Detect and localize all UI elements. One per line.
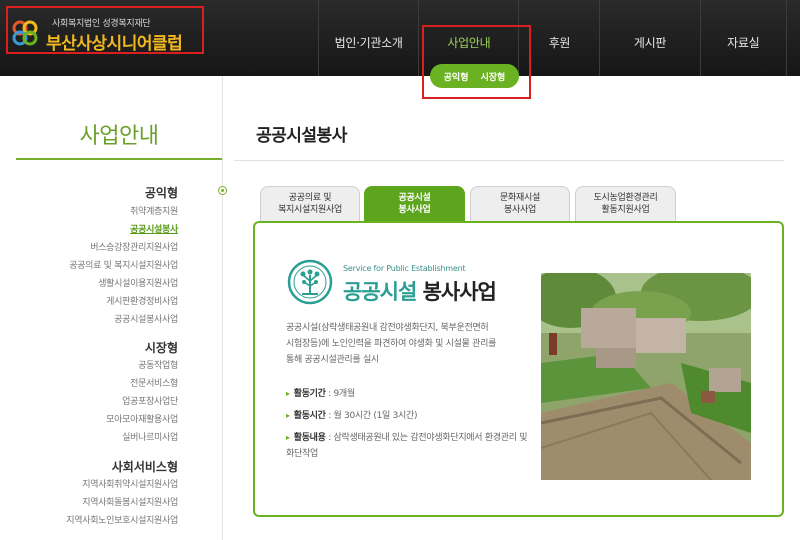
activity-photo — [541, 273, 751, 480]
program-title-part2: 봉사사업 — [416, 280, 497, 304]
logo-highlight-box — [6, 6, 204, 54]
info-label: 활동기간 — [293, 389, 326, 399]
sidebar-item-current[interactable]: 공공시설봉사 — [130, 222, 178, 235]
info-value: : 월 30시간 (1일 3시간) — [325, 411, 418, 421]
sidebar-item[interactable]: 생활시설이용지원사업 — [98, 276, 178, 289]
sidebar-title: 사업안내 — [79, 124, 159, 149]
sidebar-group-social[interactable]: 사회서비스형 — [112, 458, 178, 475]
sidebar-item[interactable]: 공동작업형 — [138, 358, 178, 371]
tab-label-line2: 봉사사업 — [398, 205, 431, 215]
sidebar-item[interactable]: 버스승강장관리지원사업 — [90, 240, 178, 253]
nav-item-board[interactable]: 게시판 — [599, 0, 699, 76]
main-nav: 법인·기관소개 사업안내 후원 게시판 자료실 — [318, 0, 800, 76]
info-hours: ▸ 활동시간 : 월 30시간 (1일 3시간) — [286, 408, 530, 424]
sidebar-item[interactable]: 취약계층지원 — [130, 204, 178, 217]
sidebar-title-underline — [16, 158, 222, 160]
arrow-bullet-icon: ▸ — [286, 389, 290, 398]
info-activities: ▸ 활동내용 : 삼락생태공원내 있는 감전야생화단지에서 환경관리 및 화단작업 — [286, 430, 530, 462]
description-line: 통해 공공시설관리를 실시 — [286, 355, 379, 365]
sidebar-item[interactable]: 실버나르미사업 — [122, 430, 178, 443]
sidebar-item[interactable]: 전문서비스형 — [130, 376, 178, 389]
description-line: 공공시설(삼락생태공원내 감전야생화단지, 북부운전면허 — [286, 323, 489, 333]
tab-label-line1: 공공시설 — [398, 193, 431, 203]
nav-divider — [785, 0, 800, 76]
tab-public-facility[interactable]: 공공시설 봉사사업 — [364, 186, 465, 223]
sidebar-marker-icon — [218, 186, 227, 195]
tab-label-line1: 도시농업환경관리 — [593, 193, 658, 203]
info-value: : 9개월 — [325, 389, 355, 399]
page-title: 공공시설봉사 — [256, 126, 347, 146]
tab-label-line2: 봉사사업 — [504, 205, 536, 215]
tab-label-line1: 공공의료 및 — [288, 193, 332, 203]
program-title-part1: 공공시설 — [343, 280, 417, 304]
english-subtitle: Service for Public Establishment — [343, 264, 466, 273]
nav-item-resources[interactable]: 자료실 — [699, 0, 786, 76]
program-description: 공공시설(삼락생태공원내 감전야생화단지, 북부운전면허 시험장등)에 노인인력… — [286, 320, 526, 368]
sidebar-item[interactable]: 지역사회노인보호시설지원사업 — [66, 513, 178, 526]
tree-emblem-icon — [287, 259, 333, 305]
sidebar-item[interactable]: 게시판환경정비사업 — [106, 294, 178, 307]
sidebar-group-public[interactable]: 공익형 — [145, 184, 178, 201]
tab-label-line2: 활동지원사업 — [601, 205, 650, 215]
description-line: 시험장등)에 노인인력을 파견하여 야생화 및 시설물 관리를 — [286, 339, 497, 349]
tab-label-line1: 문화재시설 — [500, 193, 540, 203]
sidebar-group-market[interactable]: 시장형 — [145, 339, 178, 356]
tab-public-medical[interactable]: 공공의료 및 복지시설지원사업 — [260, 186, 360, 222]
sidebar-item[interactable]: 공공시설봉사사업 — [114, 312, 178, 325]
sidebar-item[interactable]: 지역사회돌봄시설지원사업 — [82, 495, 178, 508]
info-period: ▸ 활동기간 : 9개월 — [286, 386, 530, 402]
sidebar-item[interactable]: 공공의료 및 복지시설지원사업 — [69, 258, 178, 271]
program-title: 공공시설 봉사사업 — [343, 276, 497, 306]
nav-item-about[interactable]: 법인·기관소개 — [318, 0, 418, 76]
tab-urban-agriculture[interactable]: 도시농업환경관리 활동지원사업 — [575, 186, 676, 222]
sidebar-item[interactable]: 모아모아재활용사업 — [106, 412, 178, 425]
title-underline — [234, 160, 784, 161]
sidebar-item[interactable]: 업공포장사업단 — [122, 394, 178, 407]
sidebar-divider — [222, 76, 223, 540]
sidebar-item[interactable]: 지역사회취약시설지원사업 — [82, 477, 178, 490]
arrow-bullet-icon: ▸ — [286, 433, 290, 442]
info-label: 활동시간 — [293, 411, 326, 421]
submenu-highlight-box — [422, 25, 531, 99]
arrow-bullet-icon: ▸ — [286, 411, 290, 420]
info-label: 활동내용 — [293, 433, 326, 443]
tab-cultural-heritage[interactable]: 문화재시설 봉사사업 — [470, 186, 570, 222]
tab-label-line2: 복지시설지원사업 — [278, 205, 342, 215]
